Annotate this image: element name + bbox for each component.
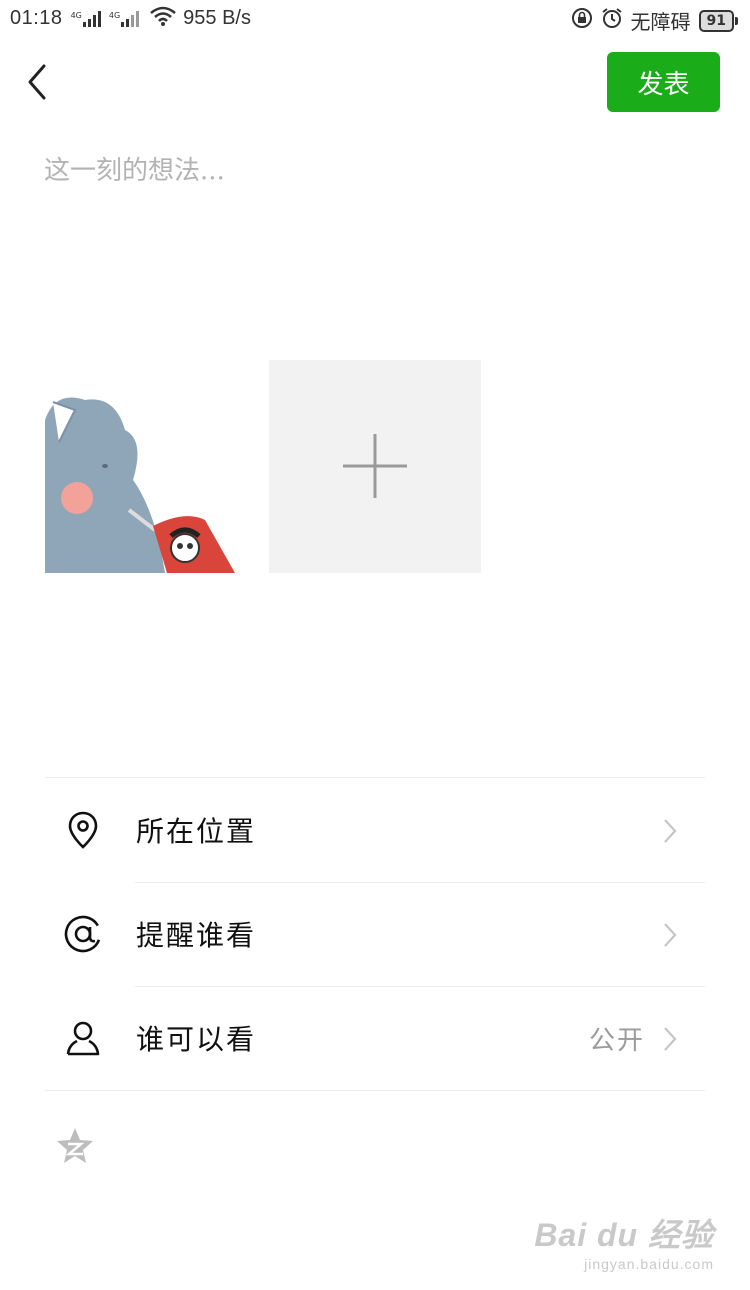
chevron-left-icon (28, 64, 46, 100)
location-pin-icon (63, 810, 103, 850)
lock-rotation-icon (571, 7, 593, 34)
option-visibility-value: 公开 (588, 1025, 645, 1056)
battery-icon: 91 (698, 9, 738, 32)
person-icon (63, 1018, 103, 1058)
status-left: 01:18 4G 4G 955 B/s (10, 6, 251, 31)
option-mention[interactable]: 提醒谁看 (45, 882, 705, 986)
cellular-signal-icon-2: 4G (108, 10, 140, 27)
accessibility-label: 无障碍 (630, 10, 691, 34)
add-photo-button[interactable] (269, 360, 481, 573)
back-button[interactable] (18, 60, 58, 104)
baidu-watermark: Bai du 经验 jingyan.baidu.com (534, 1210, 714, 1272)
qzone-share-icon[interactable] (55, 1126, 95, 1166)
net-speed: 955 B/s (183, 7, 251, 29)
chevron-right-icon (663, 1026, 677, 1052)
at-sign-icon (63, 914, 103, 954)
status-time: 01:18 (10, 7, 63, 29)
option-visibility[interactable]: 谁可以看 公开 (45, 986, 705, 1090)
chevron-right-icon (663, 818, 677, 844)
signal-label: 4G (70, 10, 82, 20)
option-location[interactable]: 所在位置 (45, 778, 705, 882)
signal-label-2: 4G (108, 10, 121, 20)
cellular-signal-icon: 4G (70, 10, 101, 27)
option-mention-label: 提醒谁看 (136, 919, 257, 952)
post-text-input[interactable] (44, 150, 704, 270)
status-bar: 01:18 4G 4G 955 B/s 无障碍 91 (0, 0, 750, 40)
option-visibility-label: 谁可以看 (136, 1023, 257, 1056)
status-right: 无障碍 91 (571, 6, 738, 35)
plus-icon (343, 434, 407, 498)
photo-thumbnail[interactable] (45, 360, 258, 573)
chevron-right-icon (663, 922, 677, 948)
wifi-icon (149, 6, 177, 31)
publish-button[interactable]: 发表 (607, 52, 720, 112)
cartoon-image (45, 360, 258, 573)
alarm-icon (601, 7, 623, 34)
option-location-label: 所在位置 (136, 815, 257, 848)
watermark-sub: jingyan.baidu.com (584, 1256, 714, 1272)
options-list: 所在位置 提醒谁看 谁可以看 公开 (45, 777, 705, 1091)
battery-level: 91 (698, 9, 734, 32)
watermark-main: Bai du 经验 (534, 1217, 714, 1253)
